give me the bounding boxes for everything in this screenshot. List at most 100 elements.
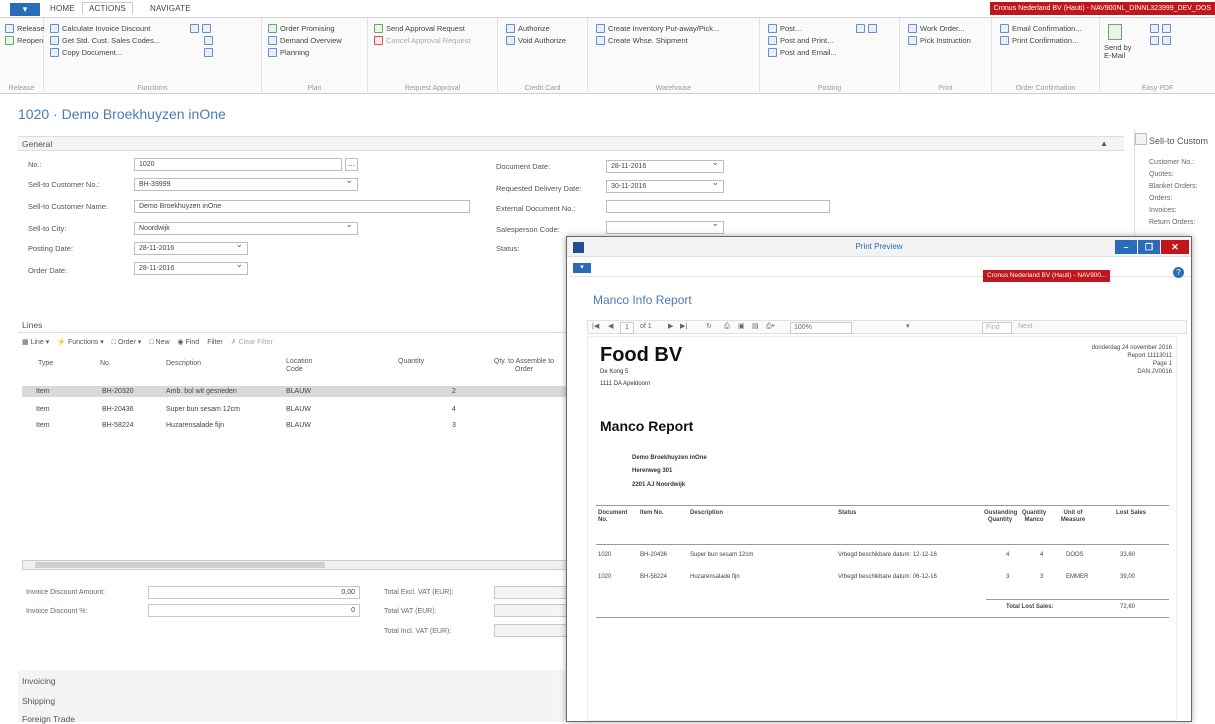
email-confirmation-button[interactable]: Email Confirmation... — [1000, 24, 1082, 33]
application-menu-button[interactable]: ▾ — [10, 3, 40, 16]
get-std-cust-sales-codes-button[interactable]: Get Std. Cust. Sales Codes... — [50, 36, 160, 45]
factbox-item[interactable]: Orders: — [1149, 195, 1172, 202]
factbox-item[interactable]: Customer No.: — [1149, 159, 1194, 166]
pick-instruction-button[interactable]: Pick Instruction — [908, 36, 971, 45]
functions-extra-button-2[interactable] — [204, 36, 213, 45]
easy-pdf-extra-button-2[interactable] — [1150, 36, 1171, 45]
fasttab-foreign-trade[interactable]: Foreign Trade — [22, 714, 75, 724]
post-and-print-button[interactable]: Post and Print... — [768, 36, 833, 45]
print-preview-title-bar[interactable]: Print Preview — [567, 237, 1191, 257]
help-icon[interactable]: ? — [1173, 267, 1184, 278]
maximize-button[interactable]: ❐ — [1138, 240, 1160, 254]
lines-fasttab[interactable]: Lines — [18, 318, 568, 333]
filter-button[interactable]: Filter — [207, 339, 223, 346]
no-assist-button[interactable]: … — [345, 158, 358, 171]
page-setup-icon[interactable]: ▤ — [752, 321, 759, 333]
first-page-button[interactable]: |◀ — [592, 321, 599, 333]
external-document-no-field[interactable] — [606, 200, 830, 213]
page-number-input[interactable]: 1 — [620, 322, 634, 334]
posting-date-field[interactable]: 28-11-2016 — [134, 242, 248, 255]
send-by-email-button[interactable]: Send by E-Mail — [1104, 44, 1138, 60]
functions-menu-button[interactable]: ⚡ Functions ▾ — [57, 338, 103, 346]
column-header-quantity[interactable]: Quantity — [398, 358, 424, 366]
find-next-button[interactable]: Next — [1018, 321, 1032, 333]
order-date-field[interactable]: 28-11-2016 — [134, 262, 248, 275]
column-header-description[interactable]: Description — [166, 360, 201, 368]
easy-pdf-extra-button[interactable] — [1150, 24, 1171, 33]
tab-navigate[interactable]: NAVIGATE — [150, 4, 191, 13]
ribbon-group-warehouse: Create Inventory Put-away/Pick... Create… — [588, 18, 760, 94]
general-fasttab[interactable]: General ▲ — [18, 136, 1124, 151]
sell-to-city-field[interactable]: Noordwijk — [134, 222, 358, 235]
column-header-qty-to-assemble[interactable]: Qty. to Assemble to Order — [492, 358, 556, 374]
find-button[interactable]: ◉ Find — [178, 338, 200, 346]
order-menu-button[interactable]: □ Order ▾ — [112, 338, 142, 346]
planning-button[interactable]: Planning — [268, 48, 309, 57]
fasttab-invoicing[interactable]: Invoicing — [22, 676, 56, 686]
page-count-label: of 1 — [640, 323, 652, 330]
tab-home[interactable]: HOME — [50, 4, 75, 13]
refresh-icon[interactable]: ↻ — [706, 321, 712, 333]
next-page-button[interactable]: ▶ — [668, 321, 673, 333]
salesperson-code-field[interactable] — [606, 221, 724, 234]
calculate-invoice-discount-button[interactable]: Calculate Invoice Discount — [50, 24, 150, 33]
tab-actions[interactable]: ACTIONS — [82, 2, 133, 14]
table-row[interactable]: Item BH-20436 Super bun sesam 12cm BLAUW… — [22, 404, 567, 415]
export-icon[interactable]: ⎙▾ — [766, 321, 775, 333]
void-authorize-button[interactable]: Void Authorize — [506, 36, 566, 45]
invoice-discount-pct-field[interactable]: 0 — [148, 604, 360, 617]
factbox-item[interactable]: Blanket Orders: — [1149, 183, 1198, 190]
table-row[interactable]: Item BH-20320 Amb. bol wit gesneden BLAU… — [22, 386, 567, 397]
report-id: Report 11113011 — [1127, 353, 1172, 359]
column-header-type[interactable]: Type — [38, 360, 53, 368]
reopen-button[interactable]: Reopen — [5, 36, 43, 45]
no-field[interactable]: 1020 — [134, 158, 342, 171]
factbox-item[interactable]: Return Orders: — [1149, 219, 1195, 226]
column-header-location-code[interactable]: Location Code — [286, 358, 326, 374]
column-header-no[interactable]: No. — [100, 360, 111, 368]
zoom-dropdown-icon[interactable]: ▾ — [906, 321, 910, 333]
last-page-button[interactable]: ▶| — [680, 321, 687, 333]
clear-filter-button[interactable]: ✗ Clear Filter — [231, 338, 273, 346]
lines-horizontal-scrollbar[interactable] — [22, 560, 567, 570]
create-inventory-put-away-pick-button[interactable]: Create Inventory Put-away/Pick... — [596, 24, 719, 33]
work-order-button[interactable]: Work Order... — [908, 24, 964, 33]
post-and-email-button[interactable]: Post and Email... — [768, 48, 837, 57]
document-date-field[interactable]: 28-11-2016 — [606, 160, 724, 173]
authorize-button[interactable]: Authorize — [506, 24, 550, 33]
functions-extra-button-3[interactable] — [204, 48, 213, 57]
sell-to-customer-name-field[interactable]: Demo Broekhuyzen inOne — [134, 200, 470, 213]
shipment-icon — [596, 36, 605, 45]
new-line-button[interactable]: □ New — [149, 339, 169, 346]
fasttab-shipping[interactable]: Shipping — [22, 696, 55, 706]
find-input[interactable]: Find — [982, 322, 1012, 334]
invoice-discount-amount-field[interactable]: 0,00 — [148, 586, 360, 599]
release-button[interactable]: Release — [5, 24, 45, 33]
scrollbar-thumb[interactable] — [35, 562, 325, 568]
test-report-button[interactable] — [856, 24, 877, 33]
factbox-item[interactable]: Quotes: — [1149, 171, 1174, 178]
create-whse-shipment-button[interactable]: Create Whse. Shipment — [596, 36, 688, 45]
factbox-item[interactable]: Invoices: — [1149, 207, 1177, 214]
line-menu-button[interactable]: ▦ Line ▾ — [22, 338, 49, 346]
factbox-toggle-icon[interactable] — [1135, 133, 1147, 145]
cancel-approval-request-button[interactable]: Cancel Approval Request — [374, 36, 471, 45]
previous-page-button[interactable]: ◀ — [608, 321, 613, 333]
sell-to-customer-no-field[interactable]: BH-39999 — [134, 178, 358, 191]
zoom-select[interactable]: 100% — [790, 322, 852, 334]
post-button[interactable]: Post... — [768, 24, 801, 33]
functions-extra-button[interactable] — [190, 24, 211, 33]
collapse-icon[interactable]: ▲ — [1100, 137, 1108, 151]
demand-overview-button[interactable]: Demand Overview — [268, 36, 342, 45]
order-promising-button[interactable]: Order Promising — [268, 24, 335, 33]
minimize-button[interactable]: – — [1115, 240, 1137, 254]
requested-delivery-date-field[interactable]: 30-11-2016 — [606, 180, 724, 193]
close-button[interactable]: ✕ — [1161, 240, 1189, 254]
print-icon[interactable]: ⎙ — [724, 321, 730, 333]
print-preview-menu-button[interactable]: ▾ — [573, 263, 591, 273]
send-approval-request-button[interactable]: Send Approval Request — [374, 24, 465, 33]
copy-document-button[interactable]: Copy Document... — [50, 48, 122, 57]
print-confirmation-button[interactable]: Print Confirmation... — [1000, 36, 1078, 45]
table-row[interactable]: Item BH-58224 Huzarensalade fijn BLAUW 3 — [22, 420, 567, 431]
print-layout-icon[interactable]: ▣ — [738, 321, 745, 333]
